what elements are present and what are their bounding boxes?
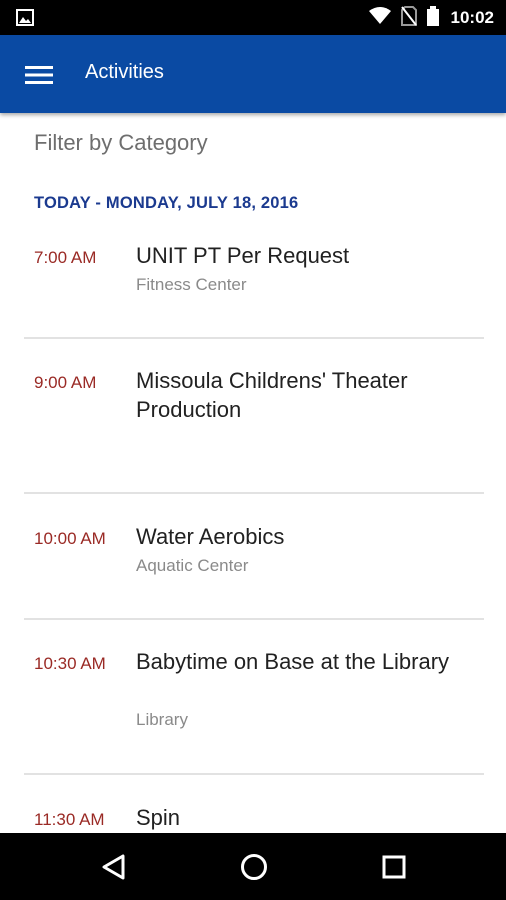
- navigation-bar: [0, 833, 506, 900]
- event-time: 10:30 AM: [34, 654, 106, 673]
- event-title: Missoula Childrens' Theater Production: [136, 368, 408, 422]
- event-location: Aquatic Center: [136, 556, 249, 575]
- event-item[interactable]: 9:00 AM Missoula Childrens' Theater Prod…: [0, 364, 506, 490]
- no-sim-icon: [400, 5, 417, 31]
- recents-button[interactable]: [372, 845, 416, 889]
- divider: [24, 337, 484, 339]
- event-title: Water Aerobics: [136, 524, 285, 549]
- event-item[interactable]: 11:30 AM Spin: [0, 801, 506, 833]
- back-icon: [102, 854, 125, 880]
- home-button[interactable]: [232, 845, 276, 889]
- event-time: 11:30 AM: [34, 810, 105, 829]
- event-time: 10:00 AM: [34, 529, 106, 548]
- hamburger-menu-icon: [25, 66, 53, 84]
- app-bar: Activities: [0, 35, 506, 113]
- back-button[interactable]: [92, 845, 136, 889]
- status-time: 10:02: [450, 8, 494, 27]
- event-title: Babytime on Base at the Library: [136, 649, 450, 674]
- event-title: Spin: [136, 805, 181, 830]
- wifi-icon: [368, 6, 391, 30]
- date-header: TODAY - MONDAY, JULY 18, 2016: [34, 194, 299, 212]
- event-location: Fitness Center: [136, 275, 247, 294]
- divider: [24, 492, 484, 494]
- menu-button[interactable]: [18, 57, 60, 91]
- divider: [24, 618, 484, 620]
- page-title: Activities: [85, 61, 164, 83]
- status-bar: 10:02: [0, 0, 506, 35]
- event-location: Library: [136, 710, 188, 729]
- battery-icon: [426, 5, 439, 31]
- divider: [24, 773, 484, 775]
- event-title: UNIT PT Per Request: [136, 243, 350, 268]
- event-item[interactable]: 10:30 AM Babytime on Base at the Library…: [0, 645, 506, 771]
- filter-by-category[interactable]: Filter by Category: [34, 130, 208, 156]
- event-time: 7:00 AM: [34, 248, 97, 267]
- event-time: 9:00 AM: [34, 373, 97, 392]
- activities-list[interactable]: Filter by Category TODAY - MONDAY, JULY …: [0, 113, 506, 833]
- event-item[interactable]: 10:00 AM Water Aerobics Aquatic Center: [0, 520, 506, 620]
- image-notification-icon: [16, 9, 34, 31]
- event-item[interactable]: 7:00 AM UNIT PT Per Request Fitness Cent…: [0, 239, 506, 339]
- recents-icon: [382, 855, 406, 879]
- home-icon: [241, 854, 267, 880]
